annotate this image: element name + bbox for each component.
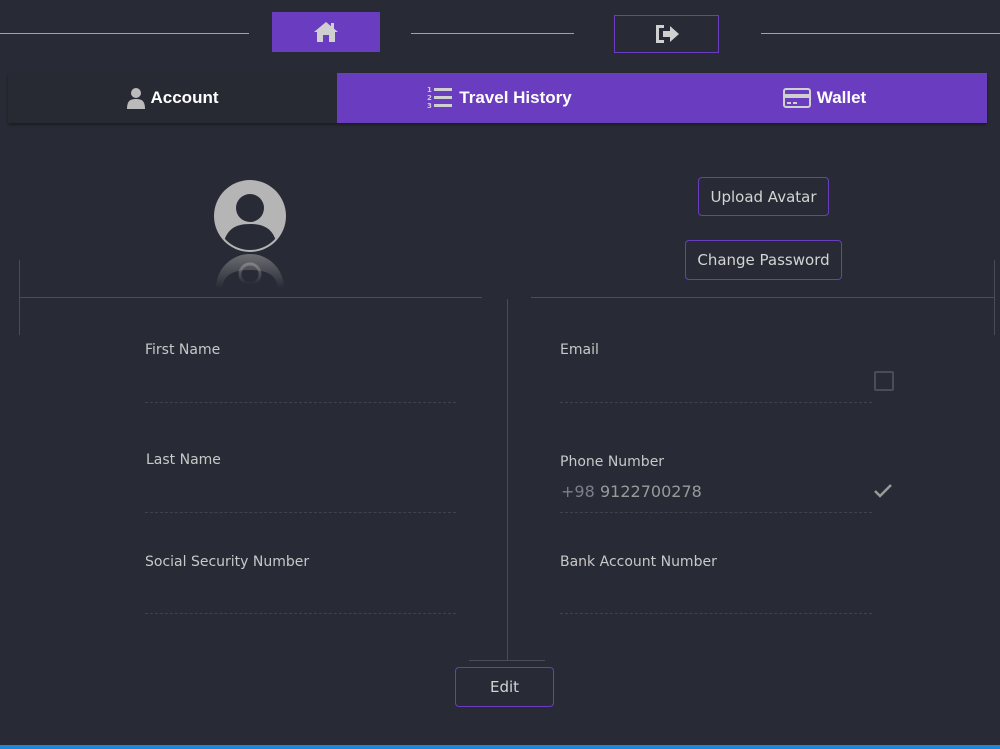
right-edge-line: [994, 260, 995, 335]
svg-text:3: 3: [427, 102, 432, 110]
edit-button[interactable]: Edit: [455, 667, 554, 707]
upload-avatar-label: Upload Avatar: [710, 187, 817, 206]
tab-bar: Account 1 2 3 Travel History Wallet: [8, 73, 987, 123]
svg-text:2: 2: [427, 94, 432, 102]
phone-label: Phone Number: [560, 454, 665, 470]
phone-value[interactable]: 9122700278: [600, 482, 702, 501]
change-password-button[interactable]: Change Password: [685, 240, 842, 280]
tab-wallet-label: Wallet: [816, 88, 867, 107]
first-name-label: First Name: [145, 342, 221, 358]
bank-account-label: Bank Account Number: [560, 554, 717, 570]
sign-out-icon: [655, 25, 679, 43]
logout-button[interactable]: [614, 15, 719, 53]
header-line-middle: [411, 33, 574, 34]
divider-right: [531, 297, 995, 298]
user-icon: [126, 88, 145, 109]
credit-card-icon: [782, 88, 811, 108]
bottom-strip: [0, 745, 1000, 749]
ssn-label: Social Security Number: [145, 554, 310, 570]
home-button[interactable]: [272, 12, 380, 52]
numbered-list-icon: 1 2 3: [427, 86, 453, 110]
tab-travel-history[interactable]: 1 2 3 Travel History: [337, 73, 662, 123]
first-name-field[interactable]: [145, 402, 456, 403]
header-line-left: [0, 33, 249, 34]
tab-wallet[interactable]: Wallet: [662, 73, 987, 123]
last-name-field[interactable]: [145, 512, 456, 513]
divider-left: [20, 297, 482, 298]
email-label: Email: [560, 342, 599, 358]
email-verified-checkbox[interactable]: [874, 371, 894, 391]
email-field[interactable]: [560, 402, 872, 403]
ssn-field[interactable]: [145, 613, 456, 614]
left-edge-line: [19, 260, 20, 335]
svg-text:1: 1: [427, 86, 432, 94]
header-line-right: [761, 33, 1000, 34]
tab-account[interactable]: Account: [8, 73, 337, 123]
tab-account-label: Account: [150, 88, 219, 107]
bank-account-field[interactable]: [560, 613, 872, 614]
center-divider: [507, 299, 508, 661]
phone-field[interactable]: [560, 512, 872, 513]
tab-travel-history-label: Travel History: [459, 88, 572, 107]
check-icon: [874, 484, 892, 498]
upload-avatar-button[interactable]: Upload Avatar: [698, 177, 829, 216]
avatar: [212, 178, 290, 298]
change-password-label: Change Password: [697, 251, 830, 269]
home-icon: [314, 22, 338, 42]
phone-prefix: +98: [561, 482, 595, 501]
user-avatar-icon: [214, 180, 286, 288]
center-divider-foot: [469, 660, 545, 661]
edit-label: Edit: [489, 678, 520, 696]
last-name-label: Last Name: [146, 452, 221, 468]
